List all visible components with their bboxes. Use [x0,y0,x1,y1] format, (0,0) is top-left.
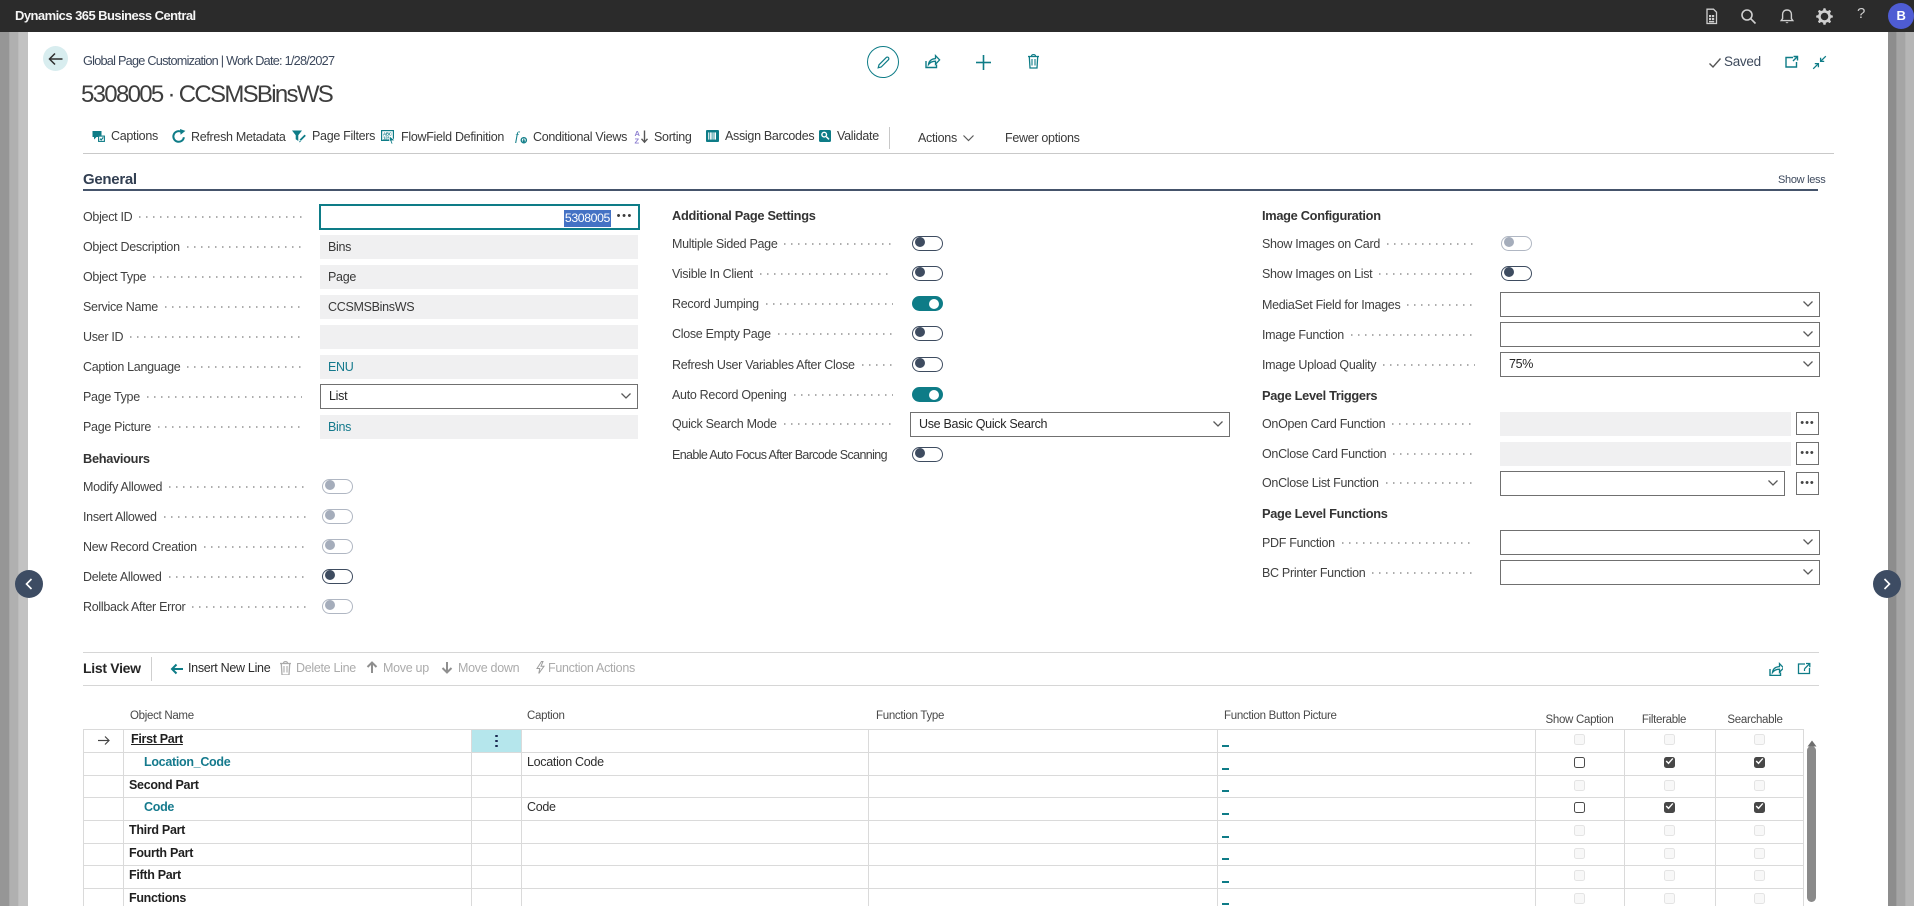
svg-text:f: f [515,129,521,144]
svg-text:Z: Z [635,137,640,144]
